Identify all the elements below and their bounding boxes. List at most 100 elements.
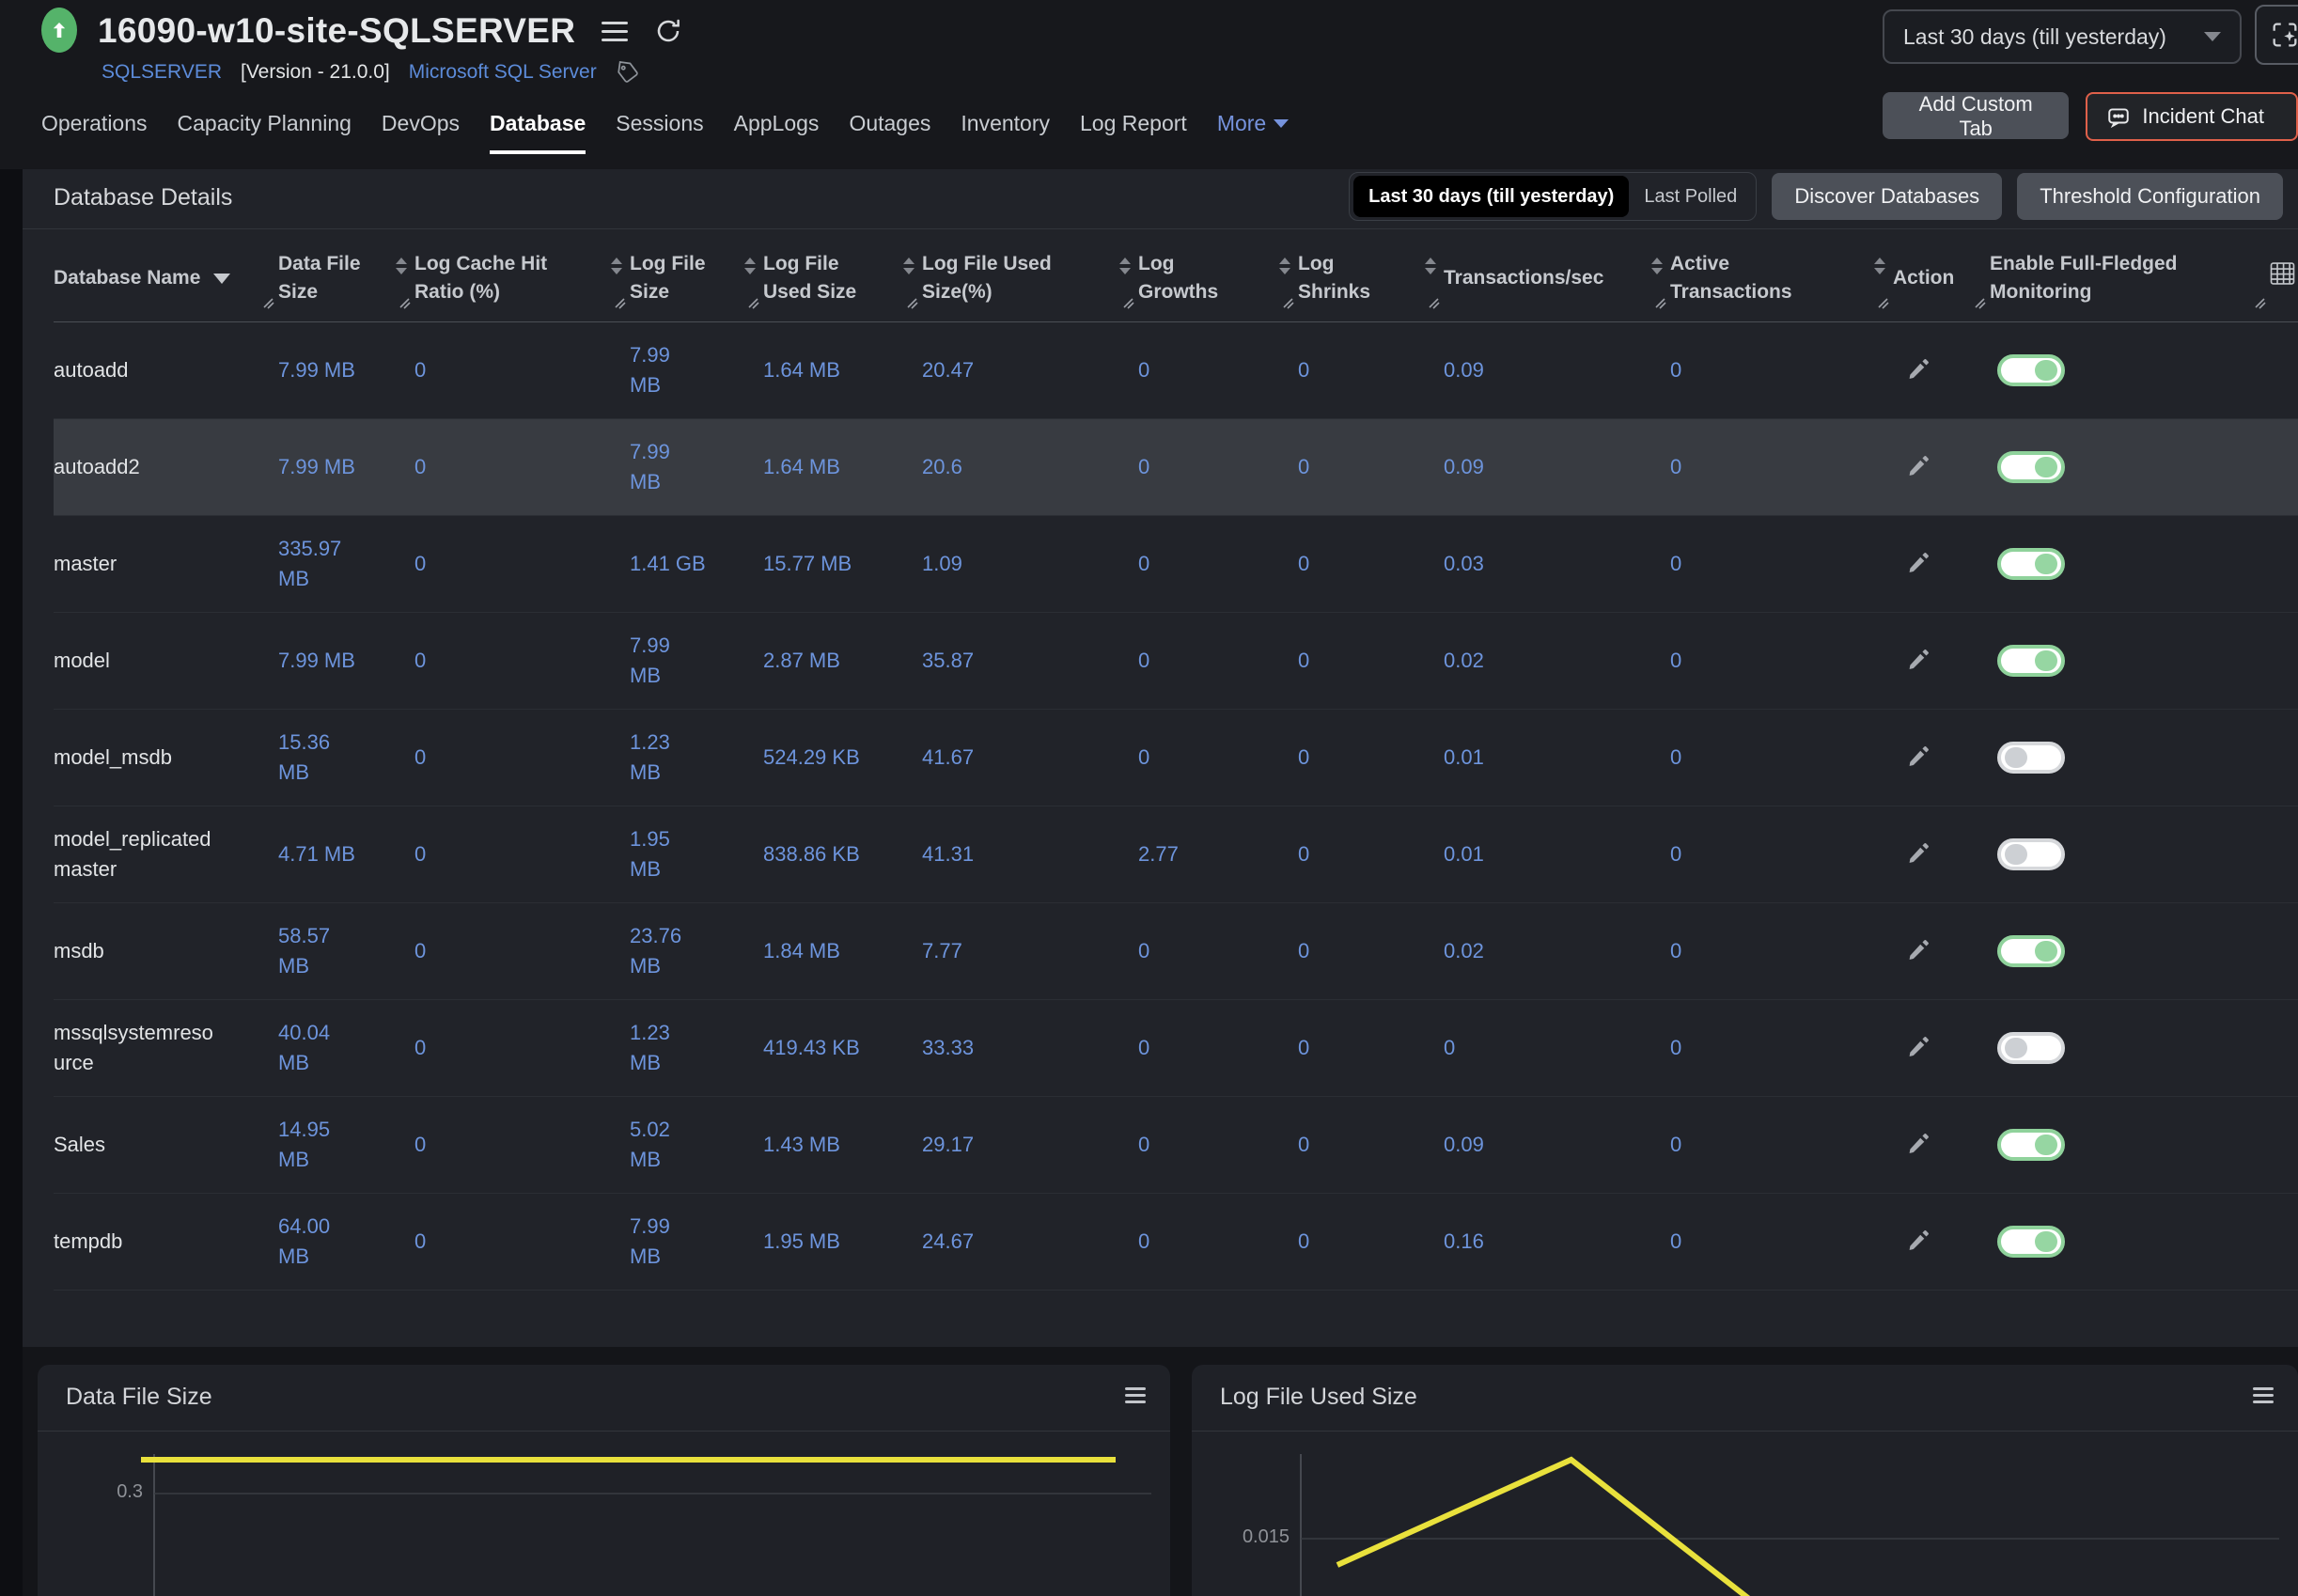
refresh-button[interactable]: [654, 17, 682, 45]
column-header-log_file_used_size_pct[interactable]: Log File Used Size(%): [922, 235, 1138, 321]
cell-active-transactions: 0: [1670, 806, 1893, 902]
sort-carets-icon[interactable]: [903, 258, 915, 274]
column-header-log_growths[interactable]: Log Growths: [1138, 235, 1298, 321]
column-resize-icon[interactable]: [747, 289, 759, 318]
table-row[interactable]: model_msdb15.36 MB01.23 MB524.29 KB41.67…: [54, 710, 2298, 806]
column-header-log_cache_hit_ratio[interactable]: Log Cache Hit Ratio (%): [414, 235, 630, 321]
column-resize-icon[interactable]: [906, 289, 918, 318]
tab-outages[interactable]: Outages: [849, 111, 930, 154]
column-header-transactions_per_sec[interactable]: Transactions/sec: [1444, 235, 1670, 321]
edit-button[interactable]: [1906, 454, 1931, 481]
column-resize-icon[interactable]: [1282, 289, 1294, 318]
column-header-data_file_size[interactable]: Data File Size: [278, 235, 414, 321]
hamburger-icon: [602, 22, 628, 41]
monitoring-toggle[interactable]: [1997, 1226, 2065, 1258]
monitoring-toggle[interactable]: [1997, 935, 2065, 967]
tag-icon[interactable]: [616, 60, 640, 85]
chart-title: Log File Used Size: [1220, 1384, 1417, 1411]
column-chooser-button[interactable]: [2270, 235, 2298, 321]
segment-last-polled[interactable]: Last Polled: [1629, 186, 1752, 208]
column-resize-icon[interactable]: [1122, 289, 1134, 318]
tab-log-report[interactable]: Log Report: [1080, 111, 1187, 154]
tab-more[interactable]: More: [1217, 111, 1289, 154]
column-resize-icon[interactable]: [1428, 289, 1440, 318]
time-range-dropdown[interactable]: Last 30 days (till yesterday): [1883, 9, 2242, 64]
cell-spacer: [2270, 419, 2298, 515]
cell-log-shrinks: 0: [1298, 710, 1444, 806]
table-row[interactable]: autoadd7.99 MB07.99 MB1.64 MB20.47000.09…: [54, 322, 2298, 419]
column-resize-icon[interactable]: [1877, 289, 1889, 318]
monitoring-toggle[interactable]: [1997, 838, 2065, 870]
tab-inventory[interactable]: Inventory: [961, 111, 1050, 154]
sort-carets-icon[interactable]: [1651, 258, 1663, 274]
column-resize-icon[interactable]: [1654, 289, 1666, 318]
edit-button[interactable]: [1906, 938, 1931, 965]
table-row[interactable]: autoadd27.99 MB07.99 MB1.64 MB20.6000.09…: [54, 419, 2298, 516]
monitoring-toggle[interactable]: [1997, 1032, 2065, 1064]
table-row[interactable]: mssqlsystemreso urce40.04 MB01.23 MB419.…: [54, 1000, 2298, 1097]
edit-button[interactable]: [1906, 357, 1931, 384]
threshold-configuration-button[interactable]: Threshold Configuration: [2017, 173, 2283, 220]
column-resize-icon[interactable]: [614, 289, 626, 318]
monitoring-toggle[interactable]: [1997, 1129, 2065, 1161]
column-header-monitoring[interactable]: Enable Full-Fledged Monitoring: [1990, 235, 2270, 321]
monitoring-toggle[interactable]: [1997, 645, 2065, 677]
sort-carets-icon[interactable]: [611, 258, 622, 274]
sort-carets-icon[interactable]: [1874, 258, 1885, 274]
title-menu-button[interactable]: [602, 22, 628, 41]
sort-carets-icon[interactable]: [744, 258, 756, 274]
column-header-active_transactions[interactable]: Active Transactions: [1670, 235, 1893, 321]
sort-carets-icon[interactable]: [396, 258, 407, 274]
tab-database[interactable]: Database: [490, 111, 586, 154]
column-header-log_shrinks[interactable]: Log Shrinks: [1298, 235, 1444, 321]
tab-sessions[interactable]: Sessions: [616, 111, 703, 154]
column-resize-icon[interactable]: [2254, 289, 2266, 318]
tab-capacity-planning[interactable]: Capacity Planning: [178, 111, 352, 154]
column-header-log_file_used_size[interactable]: Log File Used Size: [763, 235, 922, 321]
edit-button[interactable]: [1906, 551, 1931, 578]
edit-button[interactable]: [1906, 841, 1931, 868]
segment-last-30-days[interactable]: Last 30 days (till yesterday): [1353, 176, 1629, 217]
cell-log-cache-hit-ratio: 0: [414, 516, 630, 612]
tab-applogs[interactable]: AppLogs: [734, 111, 820, 154]
category-link[interactable]: Microsoft SQL Server: [409, 61, 597, 84]
sort-carets-icon[interactable]: [1425, 258, 1436, 274]
sort-carets-icon[interactable]: [1279, 258, 1290, 274]
column-header-action[interactable]: Action: [1893, 235, 1990, 321]
column-header-log_file_size[interactable]: Log File Size: [630, 235, 763, 321]
monitoring-toggle[interactable]: [1997, 354, 2065, 386]
chart-menu-button[interactable]: [1125, 1387, 1146, 1403]
edit-button[interactable]: [1906, 648, 1931, 675]
edit-button[interactable]: [1906, 1228, 1931, 1256]
monitoring-toggle[interactable]: [1997, 548, 2065, 580]
column-resize-icon[interactable]: [399, 289, 411, 318]
tab-operations[interactable]: Operations: [41, 111, 148, 154]
edit-button[interactable]: [1906, 1035, 1931, 1062]
table-row[interactable]: master335.97 MB01.41 GB15.77 MB1.09000.0…: [54, 516, 2298, 613]
column-header-name[interactable]: Database Name: [54, 235, 278, 321]
toggle-knob: [2005, 844, 2027, 865]
cell-log-growths: 0: [1138, 516, 1298, 612]
monitoring-toggle[interactable]: [1997, 742, 2065, 774]
add-custom-tab-button[interactable]: Add Custom Tab: [1883, 92, 2069, 139]
table-row[interactable]: Sales14.95 MB05.02 MB1.43 MB29.17000.090: [54, 1097, 2298, 1194]
column-resize-icon[interactable]: [262, 289, 274, 318]
table-row[interactable]: tempdb64.00 MB07.99 MB1.95 MB24.67000.16…: [54, 1194, 2298, 1291]
table-row[interactable]: model7.99 MB07.99 MB2.87 MB35.87000.020: [54, 613, 2298, 710]
tab-devops[interactable]: DevOps: [382, 111, 460, 154]
edit-button[interactable]: [1906, 744, 1931, 772]
incident-chat-button[interactable]: Incident Chat: [2086, 92, 2298, 141]
cell-active-transactions: 0: [1670, 1097, 1893, 1193]
dashboard-widget-button[interactable]: [2255, 5, 2298, 65]
edit-button[interactable]: [1906, 1132, 1931, 1159]
cell-log-file-used-size: 419.43 KB: [763, 1000, 922, 1096]
table-row[interactable]: msdb58.57 MB023.76 MB1.84 MB7.77000.020: [54, 903, 2298, 1000]
chart-menu-button[interactable]: [2253, 1387, 2274, 1403]
sort-carets-icon[interactable]: [1119, 258, 1131, 274]
monitoring-toggle[interactable]: [1997, 451, 2065, 483]
discover-databases-button[interactable]: Discover Databases: [1772, 173, 2002, 220]
table-row[interactable]: model_replicated master4.71 MB01.95 MB83…: [54, 806, 2298, 903]
pencil-icon: [1906, 1242, 1931, 1256]
monitor-type-link[interactable]: SQLSERVER: [102, 61, 222, 84]
column-resize-icon[interactable]: [1974, 289, 1986, 318]
